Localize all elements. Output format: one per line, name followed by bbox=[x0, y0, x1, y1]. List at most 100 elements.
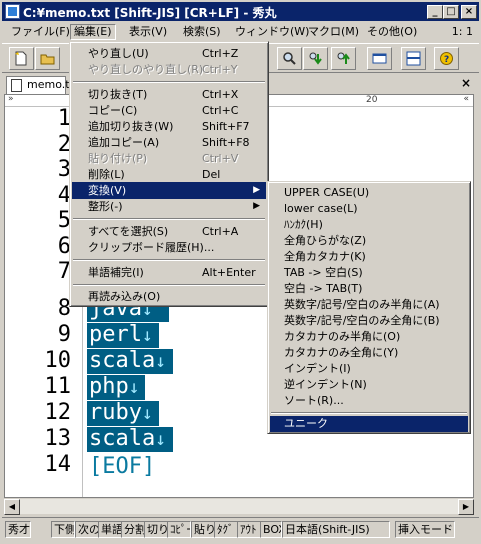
status-item[interactable]: ｱｳﾄ bbox=[237, 521, 261, 538]
status-item[interactable]: ｺﾋﾟｰ bbox=[167, 521, 191, 538]
line-number: 2 bbox=[57, 132, 71, 157]
encoding-status[interactable]: 日本語(Shift-JIS) bbox=[282, 521, 390, 538]
menu-separator bbox=[271, 412, 467, 414]
submenu-item-hankaku[interactable]: ﾊﾝｶｸ(H) bbox=[270, 217, 468, 233]
submenu-arrow-icon: ▶ bbox=[253, 185, 260, 195]
submenu-arrow-icon: ▶ bbox=[253, 201, 260, 211]
window-button[interactable] bbox=[367, 47, 392, 70]
status-item[interactable]: 分割 bbox=[121, 521, 145, 538]
menu-item-undo[interactable]: やり直し(U) Ctrl+Z bbox=[72, 45, 266, 62]
ruler-mark: 20 bbox=[366, 95, 378, 105]
menu-item-paste[interactable]: 貼り付け(P) Ctrl+V bbox=[72, 150, 266, 167]
document-icon bbox=[11, 79, 22, 92]
submenu-item-alnum-to-half[interactable]: 英数字/記号/空白のみ半角に(A) bbox=[270, 297, 468, 313]
submenu-item-katakana-to-full[interactable]: カタカナのみ全角に(Y) bbox=[270, 345, 468, 361]
code-text: scala bbox=[89, 426, 156, 451]
find-up-icon bbox=[337, 52, 350, 64]
line-number: 1 bbox=[57, 106, 71, 131]
code-text: php bbox=[89, 374, 129, 399]
code-line[interactable]: ruby↓ bbox=[87, 401, 159, 426]
menu-item-reload[interactable]: 再読み込み(O) bbox=[72, 288, 266, 305]
code-text: scala bbox=[89, 348, 156, 373]
tab-close-icon[interactable]: × bbox=[459, 77, 473, 91]
return-mark: ↓ bbox=[128, 377, 140, 398]
split-window-button[interactable] bbox=[401, 47, 426, 70]
menu-item-copy[interactable]: コピー(C) Ctrl+C bbox=[72, 102, 266, 119]
menu-item-delete[interactable]: 削除(L) Del bbox=[72, 166, 266, 183]
menu-search[interactable]: 検索(S) bbox=[180, 24, 224, 40]
split-window-icon bbox=[406, 51, 421, 66]
code-line[interactable]: scala↓ bbox=[87, 349, 173, 374]
menu-item-append-cut[interactable]: 追加切り抜き(W) Shift+F7 bbox=[72, 118, 266, 135]
menu-item-clipboard-history[interactable]: クリップボード履歴(H)... bbox=[72, 239, 266, 256]
status-item[interactable]: 下側 bbox=[51, 521, 75, 538]
app-icon[interactable] bbox=[5, 4, 20, 19]
menu-item-format[interactable]: 整形(-) ▶ bbox=[72, 198, 266, 215]
return-mark: ↓ bbox=[155, 351, 167, 372]
cursor-position: 1: 1 bbox=[451, 25, 473, 38]
status-bar: 秀才 下側 次の 単語 分割 切り ｺﾋﾟｰ 貼り ﾀｸﾞ ｱｳﾄ BOX 日本… bbox=[2, 517, 479, 539]
submenu-item-upper-case[interactable]: UPPER CASE(U) bbox=[270, 185, 468, 201]
return-mark: ↓ bbox=[155, 429, 167, 450]
code-line[interactable]: scala↓ bbox=[87, 427, 173, 452]
ruler-right-glyph: « bbox=[463, 94, 469, 104]
submenu-item-alnum-to-full[interactable]: 英数字/記号/空白のみ全角に(B) bbox=[270, 313, 468, 329]
code-line[interactable]: perl↓ bbox=[87, 323, 159, 348]
maximize-button[interactable]: □ bbox=[443, 5, 459, 19]
code-line[interactable]: php↓ bbox=[87, 375, 145, 400]
menu-item-convert[interactable]: 変換(V) ▶ bbox=[72, 182, 266, 199]
menu-item-redo[interactable]: やり直しのやり直し(R) Ctrl+Y bbox=[72, 61, 266, 78]
submenu-item-unindent[interactable]: 逆インデント(N) bbox=[270, 377, 468, 393]
line-number: 7 bbox=[57, 259, 71, 284]
menu-file[interactable]: ファイル(F) bbox=[8, 24, 73, 40]
find-up-button[interactable] bbox=[331, 47, 356, 70]
submenu-item-tab-to-space[interactable]: TAB -> 空白(S) bbox=[270, 265, 468, 281]
scroll-left-button[interactable]: ◀ bbox=[4, 499, 20, 515]
line-number: 14 bbox=[44, 452, 72, 477]
insert-mode-status[interactable]: 挿入モード bbox=[395, 521, 455, 538]
scroll-right-button[interactable]: ▶ bbox=[458, 499, 474, 515]
status-item[interactable]: BOX bbox=[260, 521, 282, 538]
tab-memo[interactable]: memo.t bbox=[6, 76, 70, 94]
menu-view[interactable]: 表示(V) bbox=[126, 24, 170, 40]
menu-item-cut[interactable]: 切り抜き(T) Ctrl+X bbox=[72, 86, 266, 103]
menu-macro[interactable]: マクロ(M) bbox=[305, 24, 362, 40]
return-mark: ↓ bbox=[141, 403, 153, 424]
minimize-button[interactable]: _ bbox=[427, 5, 443, 19]
menu-item-append-copy[interactable]: 追加コピー(A) Shift+F8 bbox=[72, 134, 266, 151]
horizontal-scrollbar[interactable]: ◀ ▶ bbox=[4, 498, 474, 515]
line-number: 4 bbox=[57, 183, 71, 208]
open-file-button[interactable] bbox=[35, 47, 60, 70]
find-down-button[interactable] bbox=[303, 47, 328, 70]
submenu-item-unique[interactable]: ユニーク bbox=[270, 416, 468, 432]
status-item[interactable]: 秀才 bbox=[5, 521, 31, 538]
submenu-item-sort[interactable]: ソート(R)... bbox=[270, 393, 468, 409]
help-icon: ? bbox=[440, 52, 453, 65]
menu-other[interactable]: その他(O) bbox=[364, 24, 420, 40]
menu-window[interactable]: ウィンドウ(W) bbox=[232, 24, 312, 40]
submenu-item-katakana[interactable]: 全角カタカナ(K) bbox=[270, 249, 468, 265]
line-number: 5 bbox=[57, 208, 71, 233]
menu-edit[interactable]: 編集(E) bbox=[70, 24, 116, 40]
new-file-button[interactable] bbox=[9, 47, 34, 70]
title-bar[interactable]: C:¥memo.txt [Shift-JIS] [CR+LF] - 秀丸 _ □… bbox=[2, 2, 479, 21]
help-button[interactable]: ? bbox=[434, 47, 459, 70]
close-button[interactable]: × bbox=[461, 5, 477, 19]
line-number: 8 bbox=[57, 296, 71, 321]
submenu-item-hiragana[interactable]: 全角ひらがな(Z) bbox=[270, 233, 468, 249]
find-down-icon bbox=[309, 52, 322, 65]
menu-item-select-all[interactable]: すべてを選択(S) Ctrl+A bbox=[72, 223, 266, 240]
status-item[interactable]: 単語 bbox=[98, 521, 122, 538]
submenu-item-katakana-to-half[interactable]: カタカナのみ半角に(O) bbox=[270, 329, 468, 345]
code-text: ruby bbox=[89, 400, 142, 425]
menu-item-word-completion[interactable]: 単語補完(I) Alt+Enter bbox=[72, 264, 266, 281]
tab-label: memo.t bbox=[27, 78, 70, 91]
status-item[interactable]: 次の bbox=[75, 521, 99, 538]
find-button[interactable] bbox=[277, 47, 302, 70]
status-item[interactable]: 切り bbox=[144, 521, 168, 538]
status-item[interactable]: ﾀｸﾞ bbox=[214, 521, 238, 538]
status-item[interactable]: 貼り bbox=[191, 521, 215, 538]
submenu-item-indent[interactable]: インデント(I) bbox=[270, 361, 468, 377]
submenu-item-lower-case[interactable]: lower case(L) bbox=[270, 201, 468, 217]
submenu-item-space-to-tab[interactable]: 空白 -> TAB(T) bbox=[270, 281, 468, 297]
